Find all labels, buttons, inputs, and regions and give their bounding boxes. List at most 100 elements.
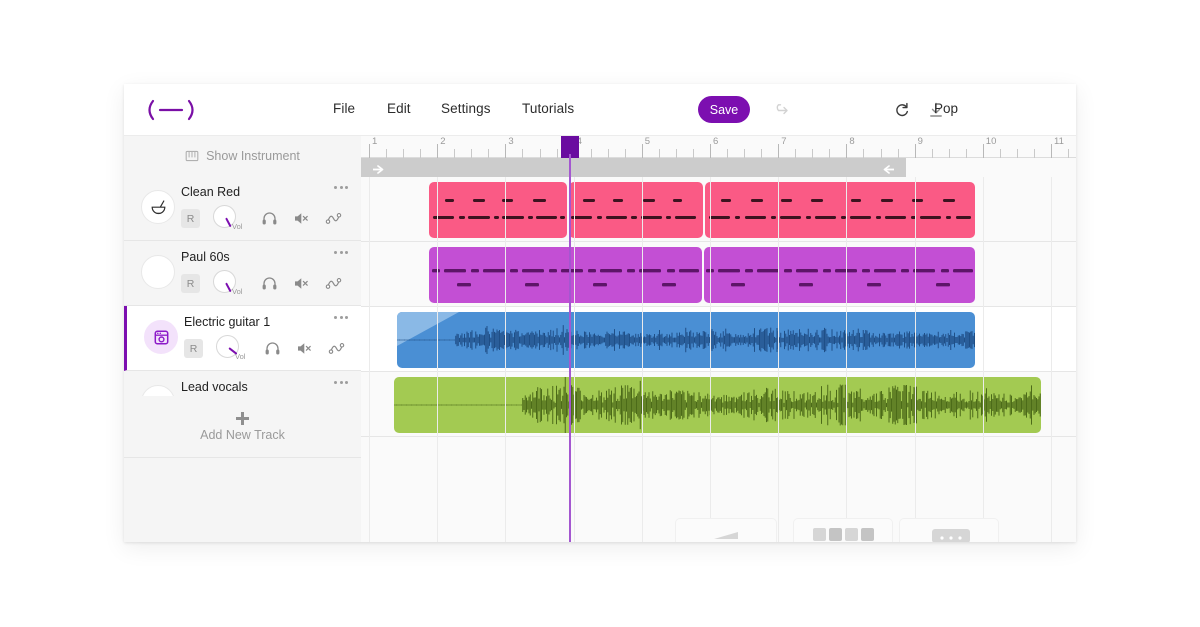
track-name-label: Lead vocals	[181, 380, 248, 394]
track-options-menu[interactable]	[334, 381, 350, 393]
piano-keys-icon	[185, 149, 199, 163]
automation-curve-icon[interactable]	[324, 209, 343, 228]
track-header-clean-red[interactable]: Clean Red R Vol	[124, 176, 361, 241]
ruler-tick-minor	[931, 149, 933, 158]
ruler-tick-minor	[420, 149, 422, 158]
soundtrap-logo-icon[interactable]	[143, 97, 199, 123]
clip-clean-red-1[interactable]	[429, 182, 567, 238]
track-headers-column: Show Instrument Clean Red R Vol Paul 60s…	[124, 136, 361, 542]
volume-knob-label: Vol	[232, 287, 243, 296]
timeline-area[interactable]: 1 2 3 4 5 6 7 8 9 10 11	[361, 136, 1076, 542]
ruler-bar-number: 1	[372, 136, 378, 147]
record-arm-button[interactable]: R	[184, 339, 203, 358]
ruler-tick-major	[505, 144, 507, 158]
menu-settings[interactable]: Settings	[441, 101, 491, 116]
record-arm-button[interactable]: R	[181, 274, 200, 293]
ruler-tick-minor	[1068, 149, 1070, 158]
clip-clean-red-3[interactable]	[705, 182, 975, 238]
track-header-paul-60s[interactable]: Paul 60s R Vol	[124, 241, 361, 306]
automation-curve-icon[interactable]	[324, 274, 343, 293]
menu-file[interactable]: File	[333, 101, 355, 116]
clip-paul-60s-2[interactable]	[704, 247, 975, 303]
gridline	[846, 177, 848, 542]
track-name-label: Clean Red	[181, 185, 241, 199]
plus-icon	[236, 411, 249, 425]
top-menu-bar: File Edit Settings Tutorials Save Pop	[124, 84, 1076, 136]
track-options-menu[interactable]	[334, 186, 350, 198]
ruler-tick-minor	[658, 149, 660, 158]
ruler-bar-number: 8	[849, 136, 855, 147]
ruler-tick-minor	[522, 149, 524, 158]
loop-region-bar[interactable]	[361, 158, 1076, 177]
menu-edit[interactable]: Edit	[387, 101, 411, 116]
gridline	[778, 177, 780, 542]
solo-headphone-icon[interactable]	[260, 274, 279, 293]
track-options-menu[interactable]	[334, 316, 350, 328]
track-header-electric-guitar-1[interactable]: Electric guitar 1 R Vol	[124, 306, 361, 371]
ruler-tick-minor	[590, 149, 592, 158]
drum-kit-icon	[141, 190, 175, 224]
automation-curve-icon[interactable]	[327, 339, 346, 358]
ruler-tick-minor	[897, 149, 899, 158]
ruler-tick-minor	[812, 149, 814, 158]
restart-loop-icon[interactable]	[892, 100, 912, 120]
ruler-tick-major	[846, 144, 848, 158]
ruler-tick-minor	[607, 149, 609, 158]
amplifier-icon	[144, 320, 178, 354]
ruler-bar-number: 6	[713, 136, 719, 147]
save-button[interactable]: Save	[698, 96, 750, 123]
menu-tutorials[interactable]: Tutorials	[522, 101, 574, 116]
ruler-bar-number: 9	[917, 136, 923, 147]
gridline	[369, 177, 370, 542]
volume-knob[interactable]: Vol	[213, 205, 247, 233]
record-arm-button[interactable]: R	[181, 209, 200, 228]
ruler-tick-major	[641, 144, 643, 158]
ruler-bar-number: 3	[508, 136, 514, 147]
timeline-ruler[interactable]: 1 2 3 4 5 6 7 8 9 10 11	[361, 136, 1076, 158]
solo-headphone-icon[interactable]	[263, 339, 282, 358]
clip-paul-60s-1[interactable]	[429, 247, 702, 303]
ruler-tick-major	[369, 144, 370, 158]
ruler-tick-minor	[727, 149, 729, 158]
track-name-label: Electric guitar 1	[184, 315, 271, 329]
track-lanes	[361, 177, 1076, 542]
track-options-menu[interactable]	[334, 251, 350, 263]
loop-end-arrow-icon[interactable]	[882, 162, 895, 174]
ruler-tick-minor	[1033, 149, 1035, 158]
mute-speaker-icon[interactable]	[292, 274, 311, 293]
bottom-panel-left[interactable]	[675, 518, 777, 542]
bottom-panel-center[interactable]	[793, 518, 893, 542]
gridline	[573, 177, 575, 542]
ruler-tick-minor	[829, 149, 831, 158]
solo-headphone-icon[interactable]	[260, 209, 279, 228]
gridline	[1051, 177, 1052, 542]
ruler-tick-minor	[386, 149, 388, 158]
gridline	[914, 177, 916, 542]
loop-start-arrow-icon[interactable]	[372, 162, 385, 174]
ruler-bar-number: 10	[985, 136, 997, 147]
clip-clean-red-2[interactable]	[569, 182, 703, 238]
clip-electric-guitar-1[interactable]	[397, 312, 975, 368]
redo-icon[interactable]	[770, 100, 790, 120]
ruler-tick-major	[982, 144, 984, 158]
volume-knob[interactable]: Vol	[213, 270, 247, 298]
ruler-tick-minor	[744, 149, 746, 158]
bottom-panel-right[interactable]	[899, 518, 999, 542]
show-instrument-button[interactable]: Show Instrument	[124, 136, 361, 176]
gridline	[505, 177, 507, 542]
ruler-tick-major	[1051, 144, 1052, 158]
ruler-tick-minor	[999, 149, 1001, 158]
ruler-tick-minor	[965, 149, 967, 158]
ruler-tick-minor	[556, 149, 558, 158]
mute-speaker-icon[interactable]	[292, 209, 311, 228]
show-instrument-label: Show Instrument	[206, 149, 300, 163]
ruler-tick-minor	[539, 149, 541, 158]
ruler-bar-number: 7	[781, 136, 787, 147]
genre-label[interactable]: Pop	[934, 101, 958, 116]
ruler-bar-number: 2	[440, 136, 446, 147]
mute-speaker-icon[interactable]	[295, 339, 314, 358]
volume-knob[interactable]: Vol	[216, 335, 250, 363]
add-new-track-button[interactable]: Add New Track	[124, 396, 361, 458]
ruler-bar-number: 11	[1054, 136, 1064, 147]
clip-lead-vocals-1[interactable]	[394, 377, 1041, 433]
